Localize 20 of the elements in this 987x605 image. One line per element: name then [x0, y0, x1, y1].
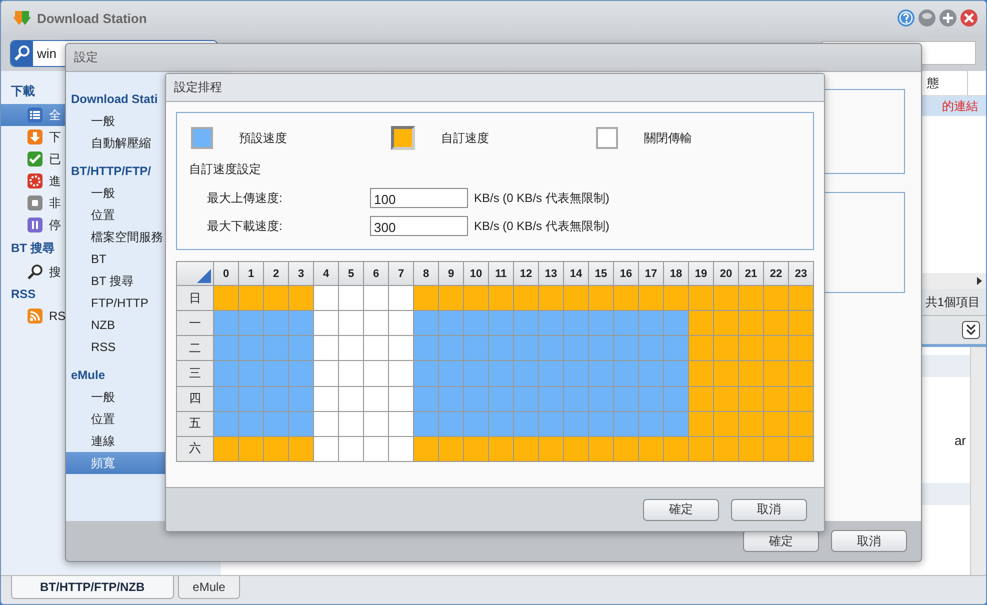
window-title: Download Station — [37, 10, 147, 26]
section-heading: 自訂速度設定 — [189, 161, 262, 178]
field-label: 最大上傳速度: — [207, 190, 284, 206]
nav-heading: BT/HTTP/FTP/ — [70, 163, 151, 180]
sidebar-heading: BT 搜尋 — [10, 240, 56, 257]
field-label: 最大下載速度: — [207, 218, 284, 234]
nav-heading: eMule — [70, 367, 106, 384]
detail-text: ar — [954, 433, 966, 450]
window-title: 設定 — [74, 49, 98, 66]
sidebar-heading: RSS — [10, 286, 37, 303]
legend-label: 自訂速度 — [441, 130, 489, 146]
legend-label: 關閉傳輸 — [644, 130, 692, 146]
sidebar-heading: 下載 — [10, 83, 36, 100]
unit-label: KB/s (0 KB/s 代表無限制) — [474, 218, 610, 234]
table-cell: 的連結 — [942, 98, 978, 114]
item-count: 共1個項目 — [925, 294, 980, 310]
dialog-title: 設定排程 — [174, 79, 222, 96]
unit-label: KB/s (0 KB/s 代表無限制) — [474, 190, 610, 206]
nav-heading: Download Stati — [70, 91, 158, 108]
legend-label: 預設速度 — [239, 130, 287, 146]
